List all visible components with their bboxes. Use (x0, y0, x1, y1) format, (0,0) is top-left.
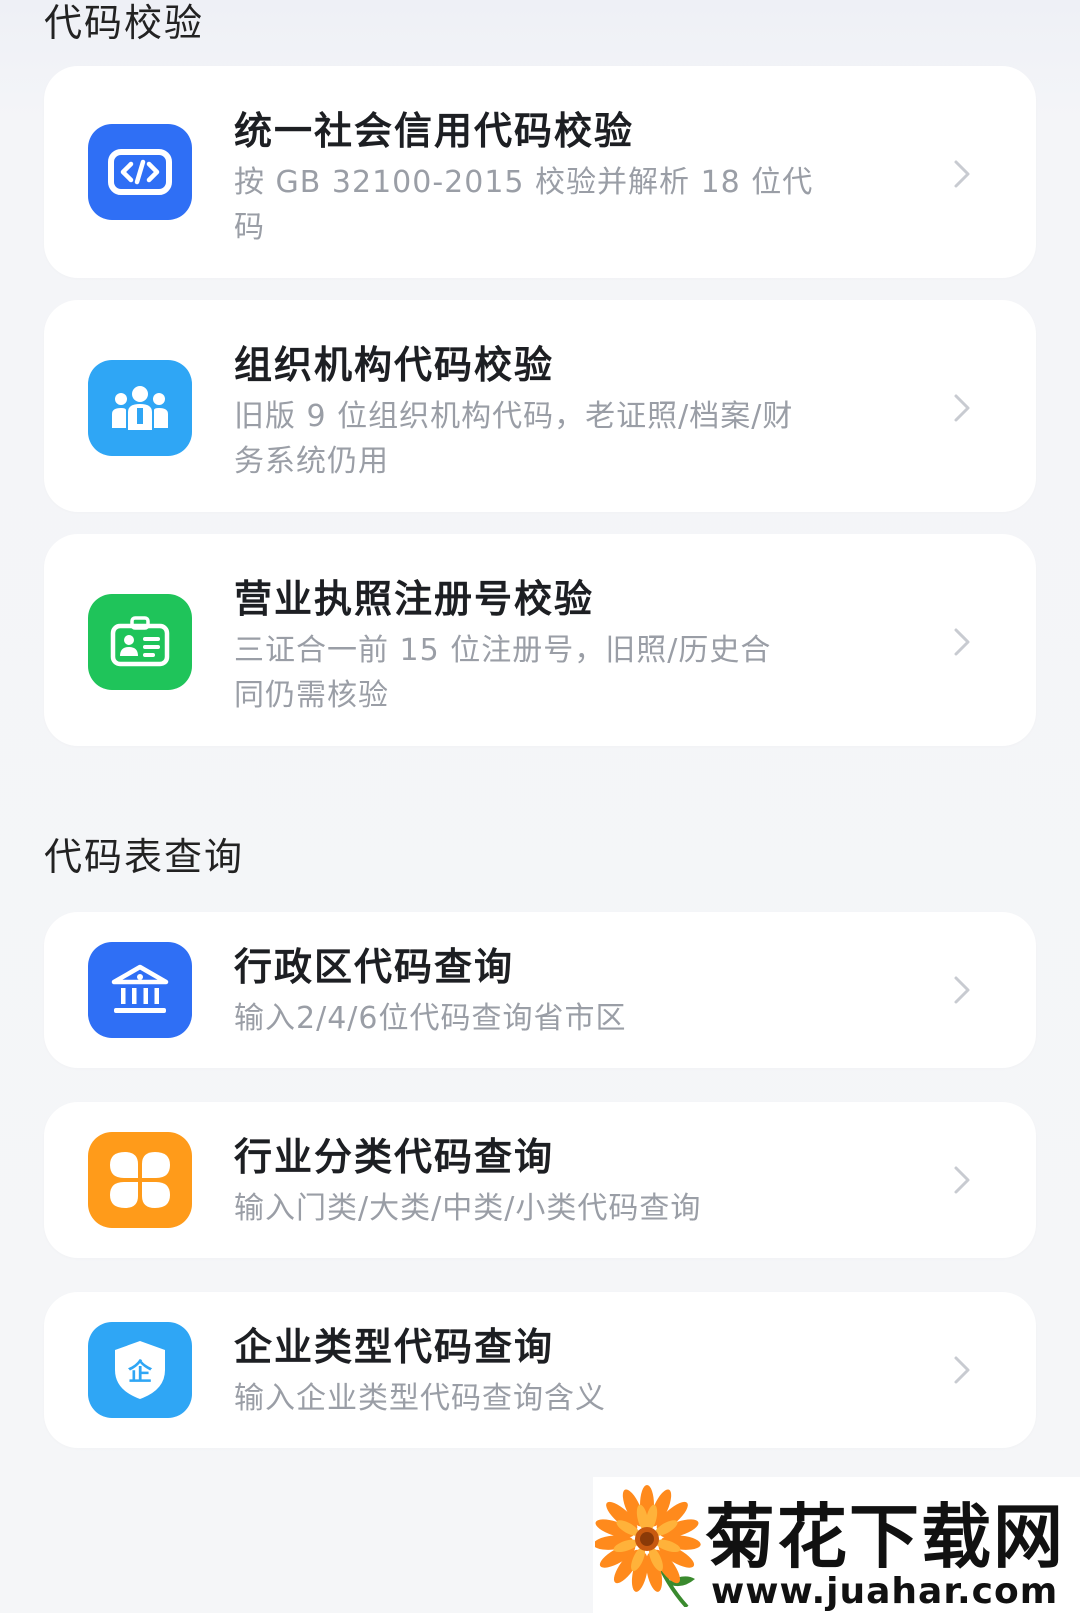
card-description: 旧版 9 位组织机构代码，老证照/档案/财 务系统仍用 (234, 394, 904, 484)
card-description: 输入门类/大类/中类/小类代码查询 (234, 1186, 904, 1231)
section-title-code-validation: 代码校验 (44, 1, 205, 45)
card-business-license-number[interactable]: 营业执照注册号校验 三证合一前 15 位注册号，旧照/历史合 同仍需核验 (44, 534, 1036, 746)
card-title: 企业类型代码查询 (234, 1325, 555, 1369)
chevron-right-icon (954, 628, 970, 656)
government-building-icon (88, 942, 192, 1038)
card-unified-social-credit-code[interactable]: 统一社会信用代码校验 按 GB 32100-2015 校验并解析 18 位代 码 (44, 66, 1036, 278)
enterprise-shield-icon: 企 (88, 1322, 192, 1418)
desc-line: 码 (234, 210, 265, 245)
id-card-icon (88, 594, 192, 690)
card-description: 按 GB 32100-2015 校验并解析 18 位代 码 (234, 160, 904, 250)
card-title: 组织机构代码校验 (234, 343, 555, 387)
card-organization-code[interactable]: 组织机构代码校验 旧版 9 位组织机构代码，老证照/档案/财 务系统仍用 (44, 300, 1036, 512)
page: 代码校验 统一社会信用代码校验 按 GB 32100-2015 校验并解析 18… (0, 0, 1080, 1613)
desc-line: 三证合一前 15 位注册号，旧照/历史合 (234, 633, 772, 668)
code-icon (88, 124, 192, 220)
enterprise-glyph: 企 (128, 1358, 153, 1386)
card-enterprise-type-code[interactable]: 企 企业类型代码查询 输入企业类型代码查询含义 (44, 1292, 1036, 1448)
chevron-right-icon (954, 160, 970, 188)
card-title: 行业分类代码查询 (234, 1135, 555, 1179)
card-industry-classification-code[interactable]: 行业分类代码查询 输入门类/大类/中类/小类代码查询 (44, 1102, 1036, 1258)
desc-line: 务系统仍用 (234, 444, 389, 479)
section-title-code-table-query: 代码表查询 (44, 835, 245, 879)
chevron-right-icon (954, 394, 970, 422)
desc-line: 同仍需核验 (234, 678, 389, 713)
card-administrative-division-code[interactable]: 行政区代码查询 输入2/4/6位代码查询省市区 (44, 912, 1036, 1068)
desc-line: 输入企业类型代码查询含义 (234, 1381, 606, 1416)
watermark-title: 菊花下载网 (705, 1496, 1065, 1578)
chrysanthemum-logo-icon (595, 1485, 701, 1607)
chevron-right-icon (954, 976, 970, 1004)
chevron-right-icon (954, 1166, 970, 1194)
card-title: 行政区代码查询 (234, 945, 515, 989)
card-description: 三证合一前 15 位注册号，旧照/历史合 同仍需核验 (234, 628, 904, 718)
card-title: 营业执照注册号校验 (234, 577, 595, 621)
desc-line: 输入门类/大类/中类/小类代码查询 (234, 1191, 702, 1226)
desc-line: 按 GB 32100-2015 校验并解析 18 位代 (234, 165, 814, 200)
watermark-url: www.juahar.com (711, 1571, 1059, 1612)
watermark: 菊花下载网 www.juahar.com (593, 1477, 1080, 1613)
four-petal-grid-icon (88, 1132, 192, 1228)
desc-line: 输入2/4/6位代码查询省市区 (234, 1001, 627, 1036)
card-description: 输入企业类型代码查询含义 (234, 1376, 904, 1421)
card-description: 输入2/4/6位代码查询省市区 (234, 996, 904, 1041)
people-group-icon (88, 360, 192, 456)
chevron-right-icon (954, 1356, 970, 1384)
card-title: 统一社会信用代码校验 (234, 109, 635, 153)
desc-line: 旧版 9 位组织机构代码，老证照/档案/财 (234, 399, 794, 434)
